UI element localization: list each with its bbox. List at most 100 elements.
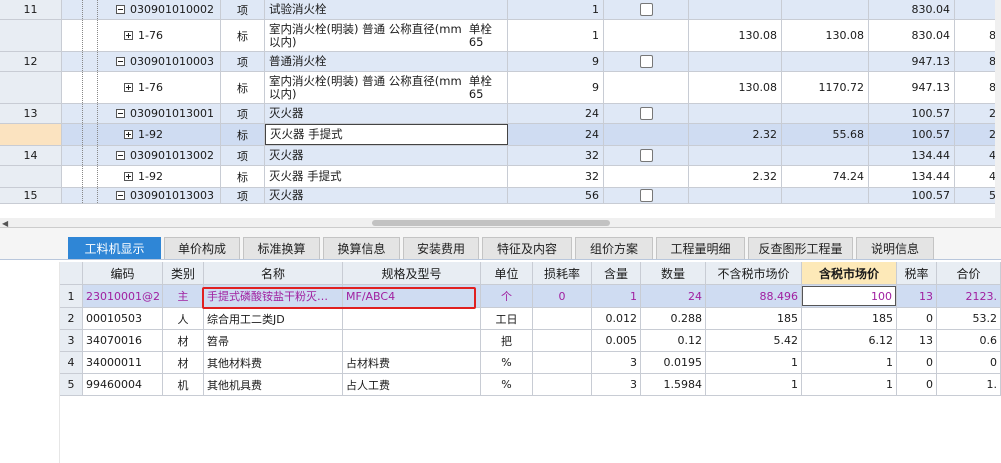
- column-header-type[interactable]: 类别: [163, 262, 204, 284]
- table-row[interactable]: 1-76 标室内消火栓(明装) 普通 公称直径(mm以内) 单栓65 9 130.08 1…: [0, 72, 1001, 104]
- tree-guide: [97, 20, 98, 51]
- cell-qty: 1: [508, 0, 604, 19]
- description-text: 灭火器: [269, 188, 304, 202]
- cell-kind: 项: [221, 188, 265, 203]
- table-row[interactable]: 1 23010001@2 主手提式磷酸铵盐干粉灭… MF/ABC4 个 0 1 24 88.49…: [60, 285, 1001, 308]
- description-text: 灭火器: [269, 148, 304, 162]
- tree-guide: [97, 146, 98, 165]
- table-row[interactable]: 12 030901010003 项普通消火栓 9 947.13 8: [0, 52, 1001, 72]
- scroll-left-arrow-icon[interactable]: ◀: [2, 219, 8, 228]
- description-text: 灭火器 手提式: [269, 169, 342, 183]
- table-row[interactable]: 4 34000011 材其他材料费 占材料费% 3 0.0195 1 1 0 0: [60, 352, 1001, 374]
- column-header-loss[interactable]: 损耗率: [533, 262, 592, 284]
- cell-desc[interactable]: 灭火器 手提式: [265, 124, 508, 145]
- cell-code: 1-92: [112, 166, 221, 187]
- tab-4[interactable]: 换算信息: [323, 237, 400, 259]
- cell-checkbox: [604, 20, 689, 51]
- column-header-content[interactable]: 含量: [592, 262, 641, 284]
- column-header-tax[interactable]: 税率: [897, 262, 937, 284]
- table-row[interactable]: 1-92 标灭火器 手提式 32 2.32 74.24 134.44 4: [0, 166, 1001, 188]
- tab-2[interactable]: 单价构成: [164, 237, 240, 259]
- tab-7[interactable]: 组价方案: [575, 237, 653, 259]
- cell-type: 材: [163, 330, 204, 351]
- cell-desc: 室内消火栓(明装) 普通 公称直径(mm以内) 单栓65: [265, 20, 508, 51]
- table-row[interactable]: 15 030901013003 项灭火器 56 100.57 5: [0, 188, 1001, 204]
- item-code: 1-92: [138, 128, 163, 141]
- cell-price: [689, 52, 782, 71]
- collapse-icon[interactable]: [116, 57, 125, 66]
- cell-n: 5: [60, 374, 83, 395]
- table-row[interactable]: 2 00010503 人综合用工二类JD 工日 0.012 0.288 185 185 0 53.…: [60, 308, 1001, 330]
- cell-total: 1.: [937, 374, 1001, 395]
- collapse-icon[interactable]: [116, 109, 125, 118]
- tree-guide: [82, 20, 83, 51]
- cell-checkbox: [604, 188, 689, 203]
- column-header-price_ex[interactable]: 不含税市场价: [706, 262, 802, 284]
- description-text-line2: 单栓65: [468, 73, 492, 101]
- row-checkbox[interactable]: [639, 55, 653, 68]
- tab-6[interactable]: 特征及内容: [482, 237, 572, 259]
- table-row[interactable]: 13 030901013001 项灭火器 24 100.57 2: [0, 104, 1001, 124]
- column-header-name[interactable]: 名称: [204, 262, 343, 284]
- column-header-code[interactable]: 编码: [83, 262, 163, 284]
- cell-checkbox: [604, 104, 689, 123]
- cell-total: 0.6: [937, 330, 1001, 351]
- cell-price_in: 1: [802, 374, 897, 395]
- tree-guide: [82, 52, 83, 71]
- row-checkbox[interactable]: [639, 3, 653, 16]
- cell-code: 34000011: [83, 352, 163, 373]
- cell-num: [0, 72, 62, 103]
- tree-guide: [82, 104, 83, 123]
- cell-loss: [533, 352, 592, 373]
- column-header-n[interactable]: [60, 262, 83, 284]
- tree-guide: [97, 124, 98, 145]
- collapse-icon[interactable]: [116, 5, 125, 14]
- horizontal-scrollbar[interactable]: ◀: [0, 218, 1001, 228]
- tree-guide: [97, 188, 98, 203]
- table-row[interactable]: 11 030901010002 项试验消火栓 1 830.04: [0, 0, 1001, 20]
- cell-total: [782, 188, 869, 203]
- cell-code: 00010503: [83, 308, 163, 329]
- cell-qty: 1: [508, 20, 604, 51]
- column-header-amount[interactable]: 数量: [641, 262, 706, 284]
- cell-unit: %: [481, 374, 533, 395]
- cell-type: 材: [163, 352, 204, 373]
- cell-total: 53.2: [937, 308, 1001, 329]
- price-edit-input[interactable]: 100: [802, 286, 896, 306]
- expand-icon[interactable]: [124, 130, 133, 139]
- scrollbar-thumb[interactable]: [372, 220, 610, 226]
- cell-tax: 0: [897, 374, 937, 395]
- tree-guide: [97, 166, 98, 187]
- cell-total: 130.08: [782, 20, 869, 51]
- description-text: 普通消火栓: [269, 54, 327, 68]
- table-row[interactable]: 14 030901013002 项灭火器 32 134.44 4: [0, 146, 1001, 166]
- cell-price: [689, 146, 782, 165]
- table-row[interactable]: 1-76 标室内消火栓(明装) 普通 公称直径(mm以内) 单栓65 1 130.08 1…: [0, 20, 1001, 52]
- column-header-unit[interactable]: 单位: [481, 262, 533, 284]
- row-checkbox[interactable]: [639, 149, 653, 162]
- row-checkbox[interactable]: [639, 107, 653, 120]
- collapse-icon[interactable]: [116, 191, 125, 200]
- row-checkbox[interactable]: [639, 189, 653, 202]
- column-header-total[interactable]: 合价: [937, 262, 1001, 284]
- column-header-price_in[interactable]: 含税市场价: [802, 262, 897, 284]
- expand-icon[interactable]: [124, 31, 133, 40]
- tab-9[interactable]: 反查图形工程量: [748, 237, 853, 259]
- table-row[interactable]: 1-92 标灭火器 手提式 24 2.32 55.68 100.57 2: [0, 124, 1001, 146]
- collapse-icon[interactable]: [116, 151, 125, 160]
- tab-8[interactable]: 工程量明细: [656, 237, 745, 259]
- tab-1[interactable]: 工料机显示: [68, 237, 161, 259]
- table-row[interactable]: 5 99460004 机其他机具费 占人工费% 3 1.5984 1 1 0 1.: [60, 374, 1001, 396]
- column-header-spec[interactable]: 规格及型号: [343, 262, 481, 284]
- expand-icon[interactable]: [124, 172, 133, 181]
- cell-tax: 13: [897, 285, 937, 307]
- vertical-scrollbar[interactable]: [995, 0, 1001, 218]
- tab-5[interactable]: 安装费用: [403, 237, 479, 259]
- cell-price: [689, 0, 782, 19]
- table-row[interactable]: 3 34070016 材笤帚 把 0.005 0.12 5.42 6.12 13 0.6: [60, 330, 1001, 352]
- cell-kind: 项: [221, 146, 265, 165]
- tab-3[interactable]: 标准换算: [243, 237, 320, 259]
- cell-total: [782, 104, 869, 123]
- expand-icon[interactable]: [124, 83, 133, 92]
- tab-10[interactable]: 说明信息: [856, 237, 934, 259]
